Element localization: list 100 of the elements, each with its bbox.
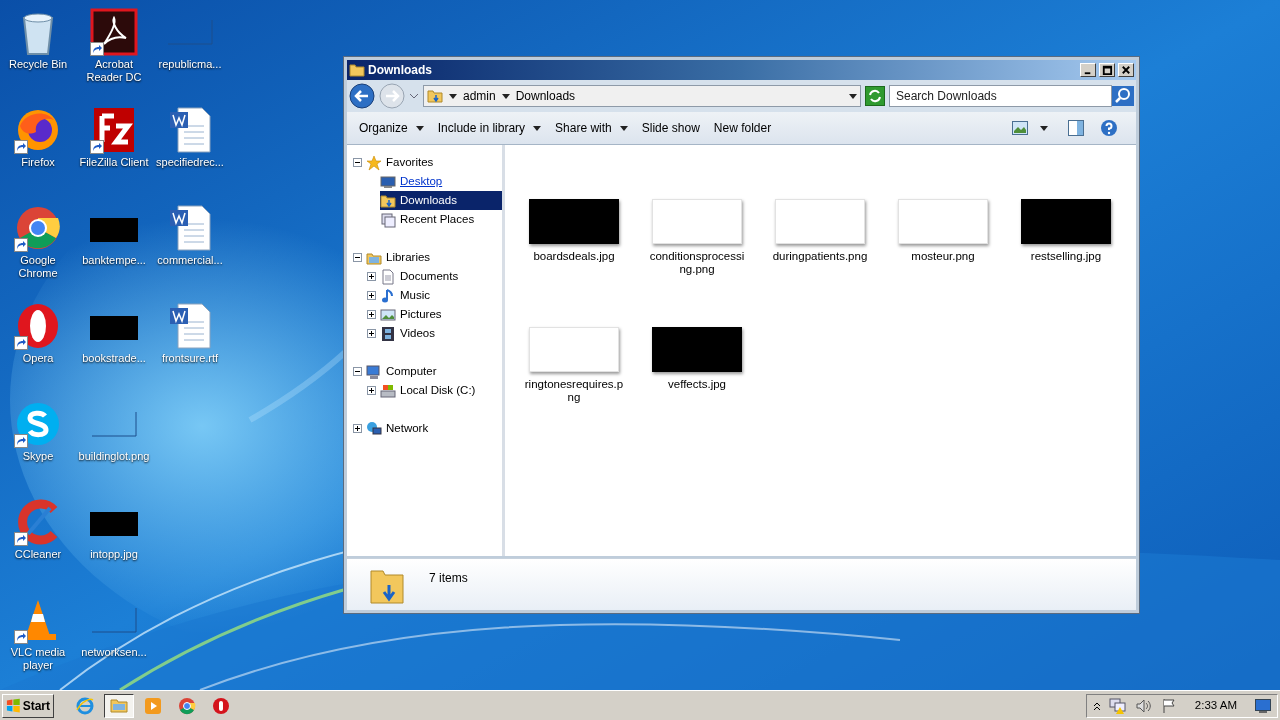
clock[interactable]: 2:33 AM [1184, 696, 1247, 715]
nav-item[interactable]: Recent Places [380, 210, 502, 229]
toolbar-button[interactable]: Include in library [431, 116, 548, 140]
nav-item[interactable]: Computer [366, 362, 502, 381]
desktop-icon-label[interactable]: republicma... [153, 58, 227, 71]
expand-icon[interactable] [367, 291, 376, 300]
collapse-icon[interactable] [353, 158, 362, 167]
shortcut-arrow-icon [14, 532, 28, 546]
desktop-icon-label[interactable]: Recycle Bin [1, 58, 75, 71]
shortcut-arrow-icon [14, 630, 28, 644]
file-item[interactable]: mosteur.png [888, 191, 998, 319]
flag-icon[interactable] [1160, 697, 1177, 714]
toolbar-button[interactable]: Share with [549, 116, 634, 140]
back-icon[interactable] [349, 83, 375, 109]
show-desktop-icon[interactable] [1255, 698, 1271, 713]
minimize-icon[interactable] [1080, 63, 1096, 77]
nav-item[interactable]: Videos [380, 324, 502, 343]
monitor-icon [380, 173, 396, 190]
shortcut-arrow-icon [14, 434, 28, 448]
file-item[interactable]: conditionsprocessing.png [642, 191, 752, 319]
opera-icon [212, 696, 230, 715]
expand-icon[interactable] [367, 310, 376, 319]
hard-drive-icon [380, 382, 396, 399]
dropdown-caret-icon [849, 93, 857, 99]
star-icon [366, 154, 382, 171]
file-item[interactable]: boardsdeals.jpg [519, 191, 629, 319]
dropdown-caret-icon [415, 125, 424, 131]
file-item[interactable]: restselling.jpg [1011, 191, 1121, 319]
toolbar-button[interactable]: New folder [707, 116, 778, 140]
nav-item[interactable]: Documents [380, 267, 502, 286]
desktop-icon-label[interactable]: specifiedrec... [153, 156, 227, 169]
start-button[interactable]: Start [2, 693, 54, 718]
breadcrumb[interactable]: Downloads [515, 87, 576, 105]
desktop-icon-label[interactable]: Acrobat Reader DC [77, 58, 151, 84]
expand-icon[interactable] [367, 272, 376, 281]
view-icon[interactable] [1012, 121, 1028, 135]
desktop-icon-label[interactable]: VLC media player [1, 646, 75, 672]
dropdown-caret-icon [449, 93, 457, 99]
dropdown-caret-icon[interactable] [409, 93, 419, 99]
close-icon[interactable] [1118, 63, 1134, 77]
ie-icon [76, 696, 94, 715]
nav-item[interactable]: Local Disk (C:) [380, 381, 502, 400]
maximize-icon[interactable] [1099, 63, 1115, 77]
shortcut-arrow-icon [90, 140, 104, 154]
desktop-icon-label[interactable]: Opera [1, 352, 75, 365]
computer-icon [366, 363, 382, 380]
expand-icon[interactable] [367, 386, 376, 395]
search-field[interactable]: Search Downloads [889, 85, 1112, 107]
music-note-icon [380, 287, 396, 304]
file-item[interactable]: veffects.jpg [642, 319, 752, 447]
shortcut-arrow-icon [14, 140, 28, 154]
folder-icon [427, 88, 443, 104]
shortcut-arrow-icon [14, 238, 28, 252]
preview-pane-icon[interactable] [1068, 120, 1084, 136]
folder-icon [380, 192, 396, 209]
expand-icon[interactable] [367, 329, 376, 338]
network-icon[interactable] [1108, 697, 1127, 714]
network-icon [366, 420, 382, 437]
nav-item[interactable]: Music [380, 286, 502, 305]
desktop-icon-label[interactable]: Firefox [1, 156, 75, 169]
nav-item[interactable]: Downloads [380, 191, 502, 210]
toolbar-button[interactable]: Organize [353, 116, 430, 140]
expand-icon[interactable] [353, 424, 362, 433]
desktop-icon-label[interactable]: commercial... [153, 254, 227, 267]
desktop-icon-label[interactable]: Google Chrome [1, 254, 75, 280]
breadcrumb[interactable]: admin [463, 87, 496, 105]
dropdown-caret-icon [619, 125, 628, 131]
nav-item[interactable]: Pictures [380, 305, 502, 324]
desktop-icon-label[interactable]: FileZilla Client [77, 156, 151, 169]
desktop-icon[interactable] [14, 204, 62, 252]
dropdown-caret-icon [501, 93, 510, 99]
collapse-icon[interactable] [353, 253, 362, 262]
nav-item[interactable]: Network [366, 419, 502, 438]
chrome-icon [178, 696, 196, 715]
desktop-icon-label[interactable]: banktempe... [77, 254, 151, 267]
file-item[interactable]: duringpatients.png [765, 191, 875, 319]
nav-item[interactable]: Favorites [366, 153, 502, 172]
search-icon[interactable] [1112, 86, 1134, 106]
toolbar-button[interactable]: Slide show [635, 116, 706, 140]
windows-logo-icon [6, 697, 21, 714]
desktop-icon-label[interactable]: CCleaner [1, 548, 75, 561]
file-item[interactable]: ringtonesrequires.png [519, 319, 629, 447]
window-title: Downloads [368, 62, 433, 79]
taskbar-button[interactable] [104, 693, 134, 718]
film-strip-icon [380, 325, 396, 342]
nav-item[interactable]: Desktop [380, 172, 502, 191]
collapse-icon[interactable] [353, 367, 362, 376]
recent-places-icon [380, 211, 396, 228]
desktop-icon[interactable] [90, 8, 138, 56]
item-count: 7 items [429, 570, 468, 587]
shortcut-arrow-icon [14, 336, 28, 350]
dropdown-caret-icon [1040, 125, 1048, 131]
help-icon[interactable] [1100, 119, 1118, 137]
media-player-icon [144, 696, 162, 715]
refresh-icon[interactable] [865, 86, 885, 106]
address-bar[interactable]: admin Downloads [423, 85, 861, 107]
folder-icon [349, 62, 365, 78]
nav-item[interactable]: Libraries [366, 248, 502, 267]
speaker-icon[interactable] [1134, 697, 1153, 714]
chevron-up-icon[interactable] [1092, 700, 1101, 711]
